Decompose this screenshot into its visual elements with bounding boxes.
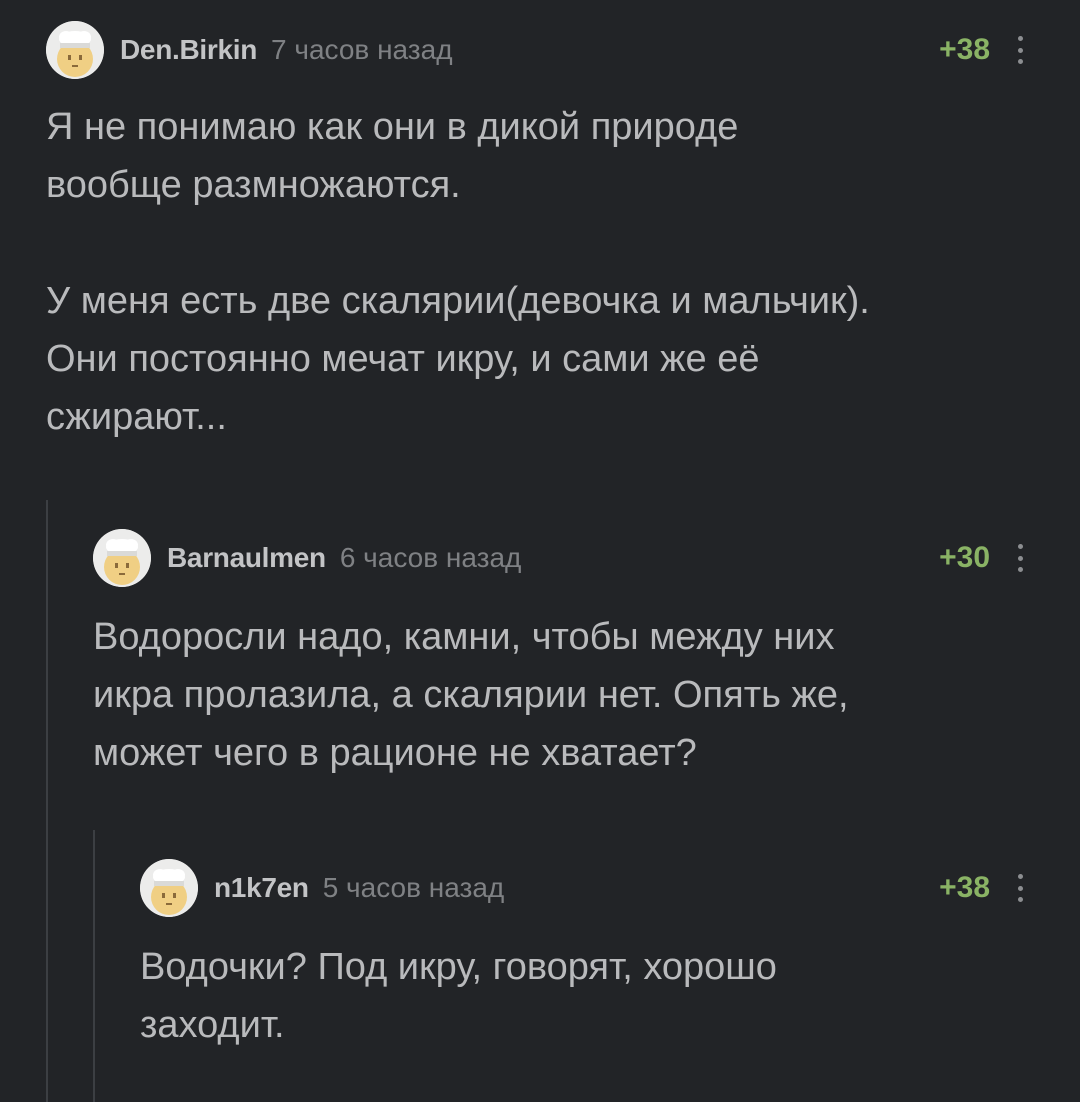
timestamp: 6 часов назад xyxy=(339,542,522,573)
thread-line-level-1 xyxy=(46,500,48,1102)
comment-header: Den.Birkin 7 часов назад +38 xyxy=(46,20,1080,80)
thread-line-level-2 xyxy=(93,830,95,1102)
comment-text: Водочки? Под икру, говорят, хорошо заход… xyxy=(140,946,777,1046)
default-avatar-icon[interactable] xyxy=(46,21,104,79)
timestamp: 7 часов назад xyxy=(271,34,453,65)
username[interactable]: Den.Birkin xyxy=(120,34,257,66)
comment-header: Barnaulmen 6 часов назад +30 xyxy=(93,528,1080,588)
more-vertical-icon[interactable] xyxy=(1016,544,1024,572)
timestamp: 5 часов назад xyxy=(322,872,505,903)
username[interactable]: n1k7en xyxy=(214,872,309,904)
more-vertical-icon[interactable] xyxy=(1016,874,1024,902)
default-avatar-icon[interactable] xyxy=(93,529,151,587)
comment-text: Я не понимаю как они в дикой природе воо… xyxy=(46,106,870,438)
comment-text: Водоросли надо, камни, чтобы между них и… xyxy=(93,616,849,774)
rating: +38 xyxy=(939,33,990,66)
default-avatar-icon[interactable] xyxy=(140,859,198,917)
username[interactable]: Barnaulmen xyxy=(167,542,326,574)
more-vertical-icon[interactable] xyxy=(1016,36,1024,64)
rating: +30 xyxy=(939,541,990,574)
comment-header: n1k7en 5 часов назад +38 xyxy=(140,858,1080,918)
rating: +38 xyxy=(939,871,990,904)
